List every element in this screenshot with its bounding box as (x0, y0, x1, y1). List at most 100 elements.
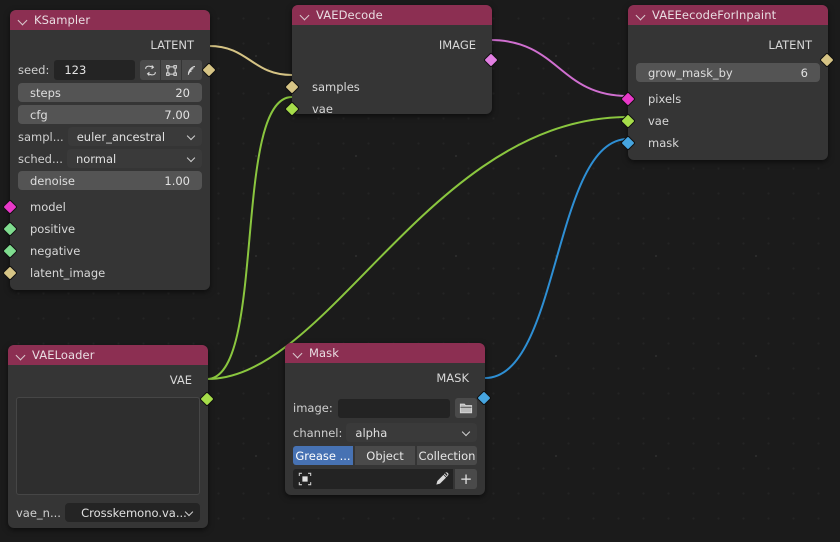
node-header-mask[interactable]: Mask (285, 343, 485, 363)
node-graph-canvas[interactable]: KSampler LATENT seed: 123 steps 20 cfg 7… (0, 0, 840, 542)
widget-vae-name-label: vae_n... (16, 505, 61, 520)
channel-combo[interactable]: alpha (346, 423, 477, 442)
randomize-icon[interactable] (140, 60, 160, 80)
widget-sampler-label: sampl... (18, 129, 64, 144)
widget-scheduler: sched... normal (18, 149, 202, 168)
chevron-down-icon[interactable] (292, 347, 304, 359)
widget-steps-value: 20 (175, 85, 190, 100)
input-row-vae: vae (620, 110, 828, 132)
node-header-vaeloader[interactable]: VAELoader (8, 345, 208, 365)
node-mask[interactable]: Mask MASK image: channel: alpha Grease .… (285, 343, 492, 495)
socket-input-negative[interactable] (2, 243, 18, 259)
socket-input-latent-image[interactable] (2, 265, 18, 281)
output-label-latent: LATENT (150, 38, 194, 52)
widget-cfg[interactable]: cfg 7.00 (18, 105, 202, 124)
node-vaeloader[interactable]: VAELoader VAE vae_n... Crosskemono.va... (8, 345, 215, 528)
input-label-negative: negative (30, 244, 81, 258)
segment-object[interactable]: Object (355, 446, 415, 465)
node-header-vaeencodeforinpaint[interactable]: VAEEecodeForInpaint (628, 5, 828, 25)
output-row-latent: LATENT (628, 25, 835, 68)
output-label-vae: VAE (169, 373, 192, 387)
socket-output-mask[interactable] (476, 390, 492, 406)
link-latent-to-samples (208, 45, 293, 76)
widget-scheduler-label: sched... (18, 151, 63, 166)
output-label-image: IMAGE (438, 38, 476, 52)
chevron-down-icon (462, 428, 471, 437)
widget-vae-name: vae_n... Crosskemono.va... (16, 503, 200, 522)
output-row-latent: LATENT (10, 30, 217, 78)
socket-input-mask[interactable] (620, 135, 636, 151)
folder-icon[interactable] (455, 398, 477, 418)
segment-grease-pencil[interactable]: Grease ... (293, 446, 353, 465)
chevron-down-icon[interactable] (635, 9, 647, 21)
chevron-down-icon[interactable] (15, 349, 27, 361)
node-header-vaedecode[interactable]: VAEDecode (292, 5, 492, 25)
input-label-model: model (30, 200, 66, 214)
socket-input-vae[interactable] (284, 101, 300, 117)
add-button[interactable]: + (455, 469, 477, 489)
object-picker-field[interactable] (293, 469, 453, 489)
output-row-mask: MASK (285, 363, 492, 406)
input-row-negative: negative (2, 240, 210, 262)
socket-output-latent[interactable] (819, 52, 835, 68)
widget-steps-label: steps (30, 85, 61, 100)
segment-collection[interactable]: Collection (417, 446, 477, 465)
node-vaeencodeforinpaint[interactable]: VAEEecodeForInpaint LATENT grow_mask_by … (620, 5, 835, 160)
chevron-down-icon[interactable] (299, 9, 311, 21)
input-row-pixels: pixels (620, 88, 828, 110)
chevron-down-icon (187, 132, 196, 141)
nodes-icon[interactable] (161, 60, 181, 80)
widget-grow-mask-by[interactable]: grow_mask_by 6 (636, 63, 820, 82)
link-mask-to-inpaint-mask (484, 138, 629, 379)
node-vaedecode[interactable]: VAEDecode IMAGE samples vae (284, 5, 499, 117)
widget-scheduler-value: normal (75, 151, 117, 166)
chevron-down-icon (185, 508, 194, 517)
input-row-samples: samples (284, 76, 492, 98)
widget-sampler-name: sampl... euler_ancestral (18, 127, 202, 146)
channel-label: channel: (293, 425, 343, 440)
socket-input-model[interactable] (2, 199, 18, 215)
socket-input-pixels[interactable] (620, 91, 636, 107)
link-vae-to-inpaint-vae (206, 116, 629, 380)
widget-sampler-combo[interactable]: euler_ancestral (67, 127, 202, 146)
input-label-latent-image: latent_image (30, 266, 106, 280)
input-row-latent-image: latent_image (2, 262, 210, 284)
seed-row: seed: 123 (18, 60, 202, 80)
chevron-down-icon[interactable] (17, 14, 29, 26)
socket-input-positive[interactable] (2, 221, 18, 237)
node-ksampler[interactable]: KSampler LATENT seed: 123 steps 20 cfg 7… (2, 10, 217, 290)
seed-input[interactable]: 123 (54, 60, 135, 80)
node-header-ksampler[interactable]: KSampler (10, 10, 210, 30)
socket-output-vae[interactable] (199, 391, 215, 407)
signal-icon[interactable] (182, 60, 202, 80)
output-row-image: IMAGE (292, 25, 499, 68)
input-label-samples: samples (312, 80, 360, 94)
input-label-mask: mask (648, 136, 679, 150)
node-body-vaedecode: IMAGE samples vae (284, 25, 499, 117)
vae-preview-box (16, 397, 200, 495)
widget-vae-name-combo[interactable]: Crosskemono.va... (64, 503, 200, 522)
bbox-icon (298, 472, 312, 486)
node-title: VAEEecodeForInpaint (652, 8, 777, 22)
image-input[interactable] (337, 398, 450, 418)
widget-scheduler-combo[interactable]: normal (66, 149, 202, 168)
input-row-positive: positive (2, 218, 210, 240)
eyedropper-icon[interactable] (435, 472, 449, 486)
widget-grow-mask-by-label: grow_mask_by (648, 65, 733, 80)
widget-steps[interactable]: steps 20 (18, 83, 202, 102)
input-label-positive: positive (30, 222, 76, 236)
node-title: VAEDecode (316, 8, 383, 22)
link-image-to-pixels (489, 39, 629, 97)
node-title: Mask (309, 346, 340, 360)
widget-denoise[interactable]: denoise 1.00 (18, 171, 202, 190)
widget-cfg-label: cfg (30, 107, 48, 122)
socket-input-vae[interactable] (620, 113, 636, 129)
widget-denoise-value: 1.00 (164, 173, 190, 188)
socket-output-latent[interactable] (201, 62, 217, 78)
input-label-pixels: pixels (648, 92, 682, 106)
chevron-down-icon (187, 154, 196, 163)
output-label-mask: MASK (436, 371, 469, 385)
node-title: VAELoader (32, 348, 95, 362)
socket-input-samples[interactable] (284, 79, 300, 95)
node-body-vaeencodeforinpaint: LATENT grow_mask_by 6 pixels vae mask (620, 25, 835, 160)
